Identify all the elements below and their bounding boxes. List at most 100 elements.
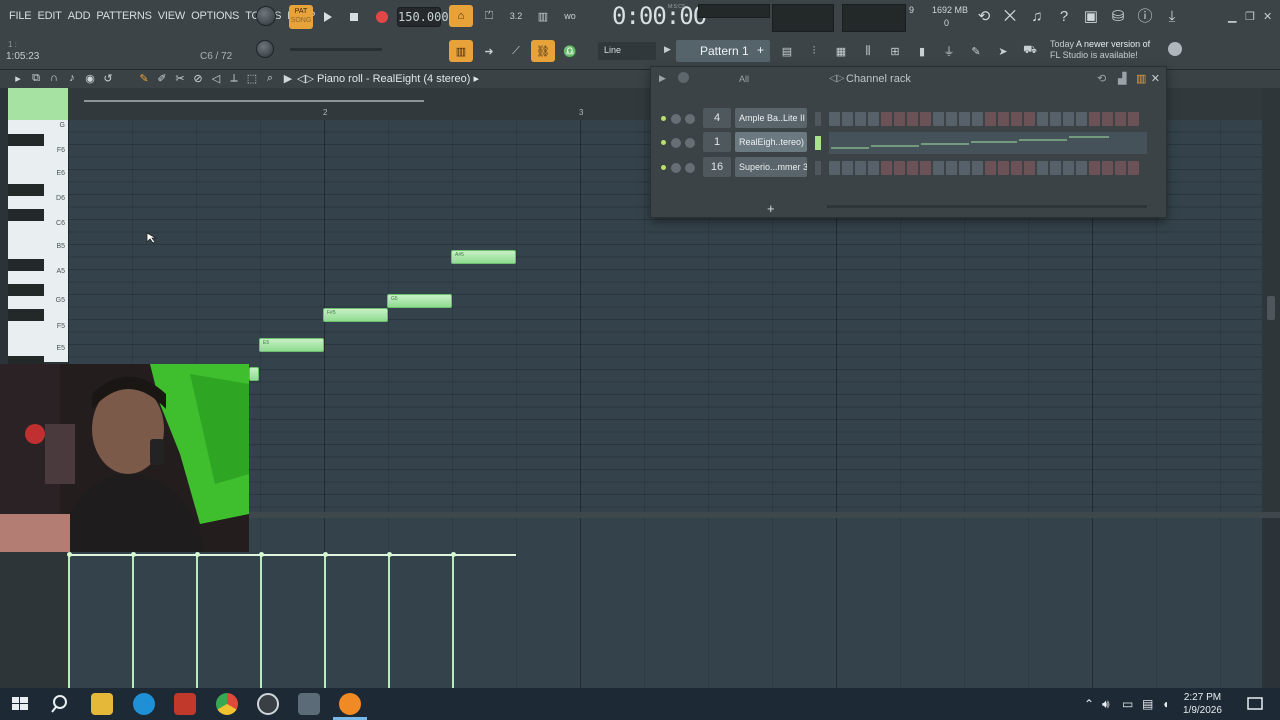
pat-song-toggle[interactable]: PAT SONG (289, 5, 313, 29)
step-button[interactable] (1050, 112, 1061, 126)
step-button[interactable] (829, 161, 840, 175)
info-icon[interactable]: ⓘ (1134, 6, 1156, 28)
note[interactable]: G5 (387, 294, 452, 308)
playback-tool-icon[interactable]: ▶ (280, 72, 296, 85)
microphone-icon[interactable]: ♫ (1026, 6, 1048, 28)
note-partial[interactable] (249, 367, 259, 381)
metronome-button[interactable]: ⌂ (449, 5, 473, 27)
step-button[interactable] (894, 161, 905, 175)
countdown-button[interactable]: 3.2 (504, 5, 528, 27)
step-button[interactable] (1089, 161, 1100, 175)
pattern-selector[interactable]: Pattern 1 (676, 40, 770, 62)
step-button[interactable] (1076, 161, 1087, 175)
step-button[interactable] (868, 112, 879, 126)
step-button[interactable] (1063, 112, 1074, 126)
pencil-icon[interactable]: ✎ (136, 72, 152, 85)
black-key[interactable] (8, 184, 44, 196)
piano-roll-preview[interactable] (829, 132, 1147, 154)
channel-mixer-track[interactable]: 16 (703, 157, 731, 177)
pattern-prev-icon[interactable]: ▶ (664, 44, 671, 55)
black-key[interactable] (8, 309, 44, 321)
plugin-icon[interactable]: ▮ (910, 40, 934, 62)
step-button[interactable] (907, 161, 918, 175)
step-button[interactable] (855, 161, 866, 175)
slice-icon[interactable]: ⟂ (226, 72, 242, 85)
snap-select[interactable]: Line (598, 42, 656, 60)
search-icon[interactable] (49, 693, 71, 715)
options-arrow-icon[interactable]: ▸ (10, 72, 26, 85)
rack-undo-icon[interactable]: ⟲ (1097, 72, 1106, 85)
wifi-icon[interactable]: ▤ (1142, 697, 1153, 711)
step-button[interactable] (959, 161, 970, 175)
step-button[interactable] (1115, 112, 1126, 126)
step-button[interactable] (1050, 161, 1061, 175)
step-button[interactable] (842, 112, 853, 126)
tempo-display[interactable]: 150.000 (397, 7, 449, 27)
close-icon[interactable]: ✕ (1263, 10, 1272, 23)
black-key[interactable] (8, 284, 44, 296)
save-icon[interactable]: ▣ (1080, 6, 1102, 28)
restore-icon[interactable]: ❐ (1245, 10, 1255, 23)
velocity-handle[interactable] (66, 552, 72, 557)
rack-graph-icon[interactable]: ▟ (1118, 72, 1126, 85)
rack-arrow-icon[interactable]: ▶ (659, 73, 666, 84)
step-button[interactable] (881, 112, 892, 126)
step-button[interactable] (998, 112, 1009, 126)
loop-record-button[interactable]: wo (558, 5, 582, 27)
velocity-bar[interactable] (132, 555, 134, 688)
step-button[interactable] (920, 161, 931, 175)
windows-start-icon[interactable] (9, 693, 31, 715)
step-button[interactable] (933, 112, 944, 126)
step-button[interactable] (855, 112, 866, 126)
pattern-add-icon[interactable]: + (757, 43, 764, 57)
velocity-handle[interactable] (450, 552, 456, 557)
channel-pan-knob[interactable] (671, 138, 681, 148)
velocity-bar[interactable] (68, 555, 70, 688)
step-button[interactable] (1115, 161, 1126, 175)
menu-view[interactable]: VIEW (155, 10, 188, 22)
channel-volume-knob[interactable] (685, 138, 695, 148)
step-button[interactable] (1037, 112, 1048, 126)
rack-scrollbar[interactable] (827, 205, 1147, 208)
note[interactable]: E5 (259, 338, 324, 352)
slice-tool-icon[interactable]: ⟋ (504, 40, 528, 62)
app-icon[interactable] (257, 693, 279, 715)
render-icon[interactable]: ⛁ (1107, 6, 1129, 28)
rack-swing-knob[interactable] (678, 72, 689, 83)
minimize-icon[interactable]: ▁ (1228, 10, 1236, 23)
mute-icon[interactable]: ⊘ (190, 72, 206, 85)
step-button[interactable] (1102, 161, 1113, 175)
channel-mute-led[interactable] (661, 116, 666, 121)
slip-icon[interactable]: ◁ (208, 72, 224, 85)
browser-icon[interactable]: ⊞ (883, 40, 907, 62)
channel-select[interactable] (815, 161, 821, 175)
step-button[interactable] (1102, 112, 1113, 126)
channel-mixer-track[interactable]: 4 (703, 108, 731, 128)
step-button[interactable] (933, 161, 944, 175)
pitch-slider[interactable] (290, 48, 382, 51)
step-button[interactable] (1024, 112, 1035, 126)
black-key[interactable] (8, 134, 44, 146)
channel-select[interactable] (815, 136, 821, 150)
step-button[interactable] (1063, 161, 1074, 175)
script-icon[interactable]: ✎ (964, 40, 988, 62)
news-panel[interactable]: Today A newer version of FL Studio is av… (1050, 39, 1150, 61)
step-button[interactable] (998, 161, 1009, 175)
time-display[interactable]: 0:00:00 (612, 2, 707, 30)
master-pitch-knob[interactable] (256, 40, 274, 58)
master-volume-knob[interactable] (256, 6, 276, 26)
arrow-right-icon[interactable]: ➜ (477, 40, 501, 62)
step-button[interactable] (972, 161, 983, 175)
menu-add[interactable]: ADD (65, 10, 94, 22)
delete-icon[interactable]: ✂ (172, 72, 188, 85)
loop-icon[interactable]: ↺ (100, 72, 116, 85)
step-button[interactable] (1076, 112, 1087, 126)
channel-rack-icon[interactable]: ▦ (829, 40, 853, 62)
download-icon[interactable]: ⤓ (1161, 6, 1183, 28)
rack-close-icon[interactable]: ✕ (1151, 72, 1160, 85)
step-button[interactable] (1128, 112, 1139, 126)
wait-input-button[interactable]: ⏍ (477, 5, 501, 27)
zoom-icon[interactable]: ⌕ (262, 72, 278, 85)
step-button[interactable] (1024, 161, 1035, 175)
volume-icon[interactable]: ◖ (1162, 697, 1169, 711)
